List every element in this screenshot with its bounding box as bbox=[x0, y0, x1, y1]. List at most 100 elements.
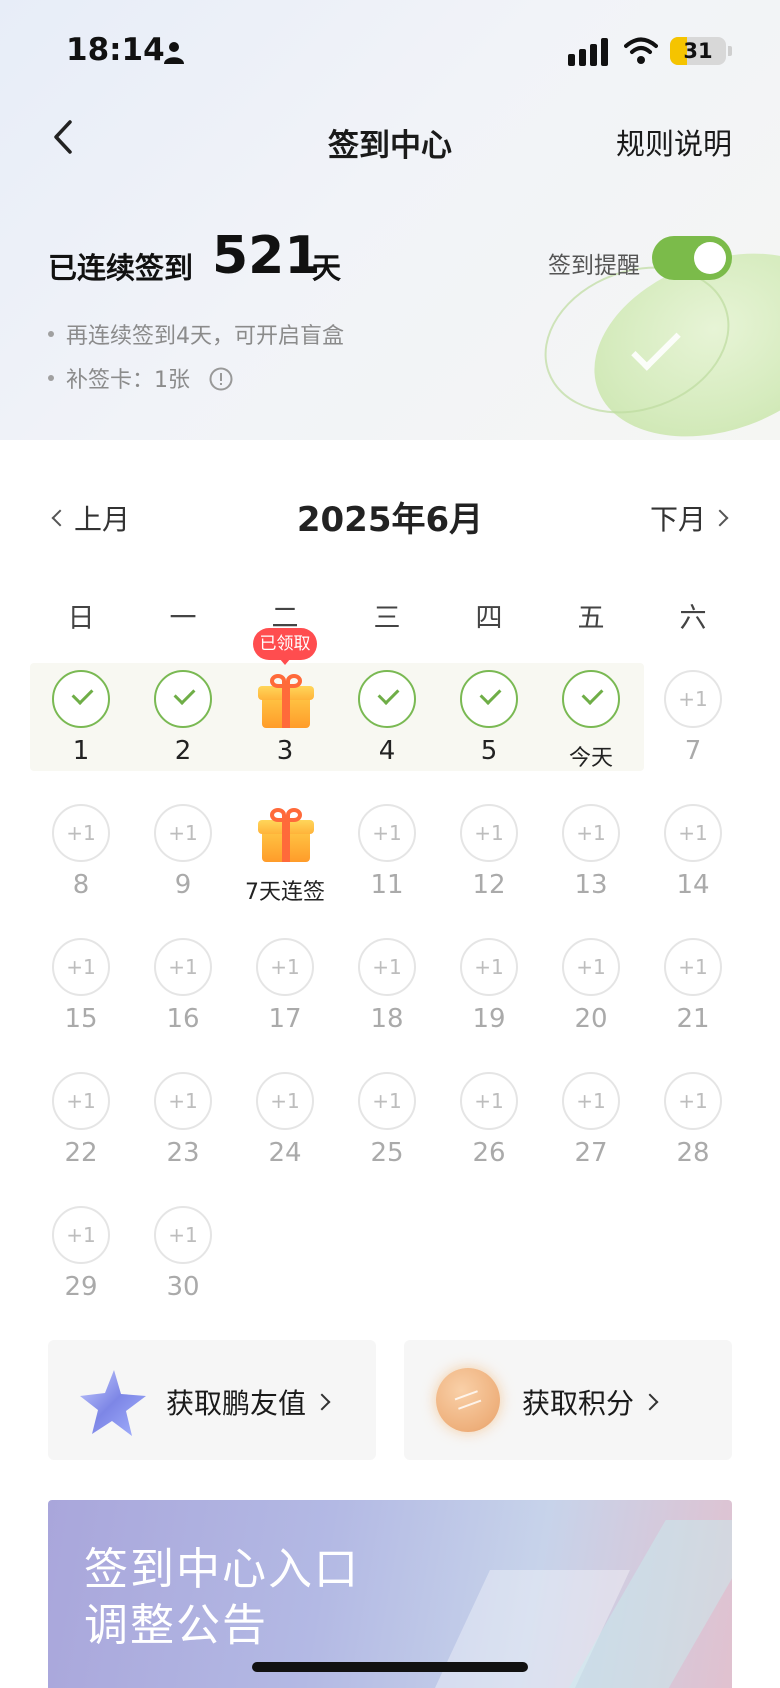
day-number: 7 bbox=[684, 736, 702, 766]
calendar-day[interactable]: 4 bbox=[336, 664, 438, 774]
reminder-toggle[interactable] bbox=[652, 236, 732, 280]
checked-circle-icon bbox=[358, 670, 416, 728]
calendar-day[interactable]: +1 9 bbox=[132, 798, 234, 908]
battery-tip bbox=[728, 46, 732, 56]
day-number: 29 bbox=[64, 1272, 98, 1302]
calendar-day[interactable]: 3 bbox=[234, 664, 336, 774]
weekday-label: 一 bbox=[169, 603, 197, 634]
next-month-button[interactable]: 下月 bbox=[650, 498, 729, 538]
calendar-day[interactable]: +1 22 bbox=[30, 1066, 132, 1176]
calendar-day[interactable]: 今天 bbox=[540, 664, 642, 774]
plus-one-circle: +1 bbox=[52, 1206, 110, 1264]
plus-one-circle: +1 bbox=[358, 938, 416, 996]
plus-one-circle: +1 bbox=[358, 1072, 416, 1130]
announcement-banner[interactable]: 签到中心入口 调整公告 bbox=[48, 1500, 732, 1688]
coin-mark bbox=[454, 1390, 482, 1410]
day-number: 23 bbox=[166, 1138, 200, 1168]
calendar-day[interactable]: 2 bbox=[132, 664, 234, 774]
day-number: 30 bbox=[166, 1272, 200, 1302]
gift-box-icon bbox=[258, 806, 314, 862]
calendar-day[interactable]: 1 bbox=[30, 664, 132, 774]
calendar-day[interactable]: +1 16 bbox=[132, 932, 234, 1042]
gift-bow-l bbox=[270, 674, 286, 688]
banner-line-1: 签到中心入口 bbox=[84, 1544, 360, 1595]
calendar-day[interactable]: +1 14 bbox=[642, 798, 744, 908]
coin-icon bbox=[436, 1368, 500, 1432]
day-number: 7天连签 bbox=[245, 880, 325, 905]
note-blind-box: 再连续签到4天，可开启盲盒 bbox=[48, 318, 344, 350]
calendar-day[interactable]: +1 17 bbox=[234, 932, 336, 1042]
calendar-day[interactable]: +1 12 bbox=[438, 798, 540, 908]
checked-circle-icon bbox=[52, 670, 110, 728]
calendar-day[interactable]: +1 28 bbox=[642, 1066, 744, 1176]
prev-month-button[interactable]: 上月 bbox=[51, 498, 131, 538]
calendar-day[interactable]: +1 26 bbox=[438, 1066, 540, 1176]
get-friend-value-card[interactable]: 获取鹏友值 bbox=[48, 1340, 376, 1460]
plus-one-circle: +1 bbox=[256, 1072, 314, 1130]
day-number: 2 bbox=[174, 736, 192, 766]
plus-one-circle: +1 bbox=[460, 938, 518, 996]
weekday-label: 日 bbox=[67, 603, 95, 634]
calendar-day[interactable]: +1 18 bbox=[336, 932, 438, 1042]
calendar-day[interactable]: +1 24 bbox=[234, 1066, 336, 1176]
calendar-day[interactable]: +1 8 bbox=[30, 798, 132, 908]
get-points-card[interactable]: 获取积分 bbox=[404, 1340, 732, 1460]
streak-label: 已连续签到 bbox=[48, 251, 194, 285]
star-icon bbox=[80, 1370, 146, 1436]
calendar-day[interactable]: +1 29 bbox=[30, 1200, 132, 1310]
day-number: 12 bbox=[472, 870, 506, 900]
plus-one-circle: +1 bbox=[154, 1206, 212, 1264]
calendar-day[interactable]: 7天连签 bbox=[234, 798, 336, 908]
wifi-icon bbox=[624, 37, 658, 64]
status-time: 18:14 bbox=[66, 32, 165, 68]
bullet-dot bbox=[48, 331, 54, 337]
back-arrow-icon[interactable] bbox=[44, 112, 88, 162]
plus-one-circle: +1 bbox=[52, 804, 110, 862]
note-blind-box-text: 再连续签到4天，可开启盲盒 bbox=[66, 324, 344, 349]
calendar-day[interactable]: +1 21 bbox=[642, 932, 744, 1042]
prev-month-label: 上月 bbox=[74, 503, 131, 536]
bullet-dot bbox=[48, 375, 54, 381]
battery-indicator: 31 bbox=[670, 37, 726, 65]
chevron-right-icon bbox=[313, 1393, 331, 1411]
get-points-label: 获取积分 bbox=[522, 1387, 635, 1420]
home-indicator bbox=[252, 1662, 528, 1672]
day-number: 11 bbox=[370, 870, 404, 900]
cellular-signal-icon bbox=[568, 38, 608, 66]
calendar-day[interactable]: +1 30 bbox=[132, 1200, 234, 1310]
reminder-label: 签到提醒 bbox=[548, 253, 640, 279]
checked-circle-icon bbox=[154, 670, 212, 728]
day-number: 13 bbox=[574, 870, 608, 900]
calendar-day[interactable]: +1 15 bbox=[30, 932, 132, 1042]
day-number: 19 bbox=[472, 1004, 506, 1034]
calendar-day[interactable]: +1 25 bbox=[336, 1066, 438, 1176]
plus-one-circle: +1 bbox=[52, 938, 110, 996]
day-number: 27 bbox=[574, 1138, 608, 1168]
banner-title: 签到中心入口 调整公告 bbox=[84, 1542, 360, 1654]
plus-one-circle: +1 bbox=[664, 670, 722, 728]
get-friend-value-label: 获取鹏友值 bbox=[166, 1387, 307, 1420]
info-icon[interactable] bbox=[209, 367, 233, 391]
gift-bow-l bbox=[270, 808, 286, 822]
calendar-day[interactable]: +1 19 bbox=[438, 932, 540, 1042]
calendar-day[interactable]: +1 13 bbox=[540, 798, 642, 908]
plus-one-circle: +1 bbox=[460, 804, 518, 862]
plus-one-circle: +1 bbox=[664, 804, 722, 862]
checked-circle-icon bbox=[562, 670, 620, 728]
day-number: 21 bbox=[676, 1004, 710, 1034]
streak-count: 521 bbox=[212, 226, 321, 286]
calendar-day[interactable]: 5 bbox=[438, 664, 540, 774]
calendar-day[interactable]: +1 23 bbox=[132, 1066, 234, 1176]
day-number: 1 bbox=[72, 736, 90, 766]
checked-circle-icon bbox=[460, 670, 518, 728]
rules-link[interactable]: 规则说明 bbox=[616, 121, 732, 163]
chevron-right-icon bbox=[711, 509, 729, 527]
day-number: 28 bbox=[676, 1138, 710, 1168]
day-number: 25 bbox=[370, 1138, 404, 1168]
month-title: 2025年6月 bbox=[296, 500, 484, 540]
calendar-day[interactable]: +1 7 bbox=[642, 664, 744, 774]
gift-bow-r bbox=[286, 808, 302, 822]
calendar-day[interactable]: +1 11 bbox=[336, 798, 438, 908]
calendar-day[interactable]: +1 27 bbox=[540, 1066, 642, 1176]
calendar-day[interactable]: +1 20 bbox=[540, 932, 642, 1042]
